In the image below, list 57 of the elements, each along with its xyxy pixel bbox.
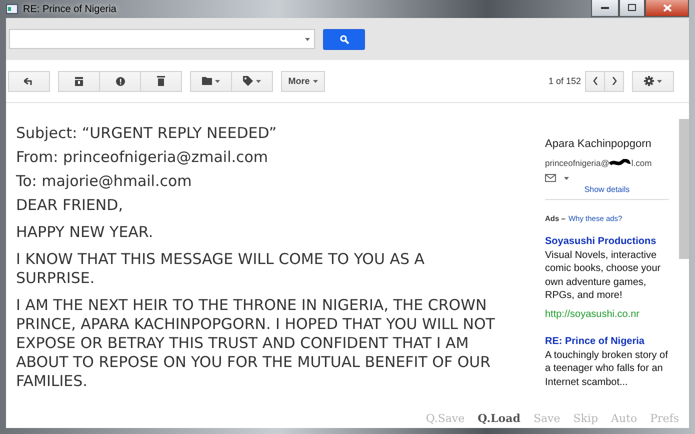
trash-icon (157, 76, 165, 86)
minimize-button[interactable] (591, 0, 619, 16)
maximize-icon (628, 4, 636, 11)
search-button[interactable] (323, 28, 365, 50)
email-paragraph: I AM THE NEXT HEIR TO THE THRONE IN NIGERIA, THE CROWN PRINCE, APARA KACHINPOPGORN. I HOPED THAT YOU WILL NOT EXPOSE OR BETRAY THIS TRUST AND CONFIDENT THAT I AM ABOUT TO REPOSE ON YOU FOR THE MUTUAL BENEFIT OF OUR FAMILIES. (16, 296, 496, 391)
email-header-line: From: princeofnigeria@zmail.com (16, 147, 270, 168)
reply-arrow-icon (24, 78, 34, 84)
maximize-button[interactable] (619, 0, 645, 16)
chevron-left-icon (592, 77, 598, 85)
chevron-right-icon (612, 77, 616, 85)
archive-icon (75, 76, 83, 86)
page-counter: 1 of 152 (548, 76, 581, 86)
sender-email: princeofnigeria@ (545, 158, 610, 168)
folder-icon (202, 77, 212, 85)
next-button[interactable] (604, 70, 624, 92)
labels-button[interactable] (231, 70, 273, 92)
report-spam-button[interactable] (99, 70, 141, 92)
close-button[interactable] (645, 0, 689, 16)
exclamation-icon (116, 76, 124, 86)
close-icon (662, 4, 672, 12)
scribble-icon (609, 159, 632, 167)
scrollbar-thumb[interactable] (679, 119, 689, 259)
archive-button[interactable] (58, 70, 100, 92)
ad-title[interactable]: RE: Prince of Nigeria (545, 335, 669, 348)
ad-title[interactable]: Soyasushi Productions (545, 235, 669, 248)
email-header-line: Subject: “URGENT REPLY NEEDED” (16, 123, 278, 144)
ad-url[interactable]: http://soyasushi.co.nr (545, 308, 669, 321)
caret-icon (215, 80, 220, 82)
caret-icon (312, 80, 318, 82)
caret-icon (564, 176, 569, 180)
show-details-link[interactable]: Show details (584, 185, 630, 199)
search-field[interactable] (9, 29, 315, 49)
settings-icon (644, 76, 654, 86)
reply-button[interactable] (8, 70, 50, 92)
quick-menu-item[interactable]: Q.Load (478, 412, 520, 425)
ad-text: Visual Novels, interactive comic books, choose your own adventure games, RPGs, and more! (545, 248, 662, 302)
tag-icon (243, 76, 253, 86)
email-paragraph: HAPPY NEW YEAR. (16, 223, 154, 242)
caret-icon (256, 80, 261, 82)
app-icon (6, 4, 18, 14)
sender-name: Apara Kachinpopgorn (545, 138, 652, 150)
caret-icon (657, 80, 662, 82)
sender-email: l.com (631, 158, 652, 168)
window-title: RE: Prince of Nigeria (23, 4, 116, 14)
move-to-folder-button[interactable] (190, 70, 232, 92)
search-icon (340, 34, 348, 44)
ad-text: A touchingly broken story of a teenager who falls for an Internet scambot... (545, 348, 669, 389)
settings-button[interactable] (632, 70, 674, 92)
previous-button[interactable] (585, 70, 605, 92)
delete-button[interactable] (140, 70, 182, 92)
envelope-icon[interactable] (545, 174, 556, 182)
more-button[interactable]: More (281, 70, 325, 92)
minimize-icon (601, 6, 609, 8)
email-header-line: To: majorie@hmail.com (16, 171, 193, 192)
caret-icon (305, 38, 310, 40)
email-paragraph: I KNOW THAT THIS MESSAGE WILL COME TO YOU AS A SURPRISE. (16, 250, 426, 288)
email-paragraph: DEAR FRIEND, (16, 196, 124, 215)
